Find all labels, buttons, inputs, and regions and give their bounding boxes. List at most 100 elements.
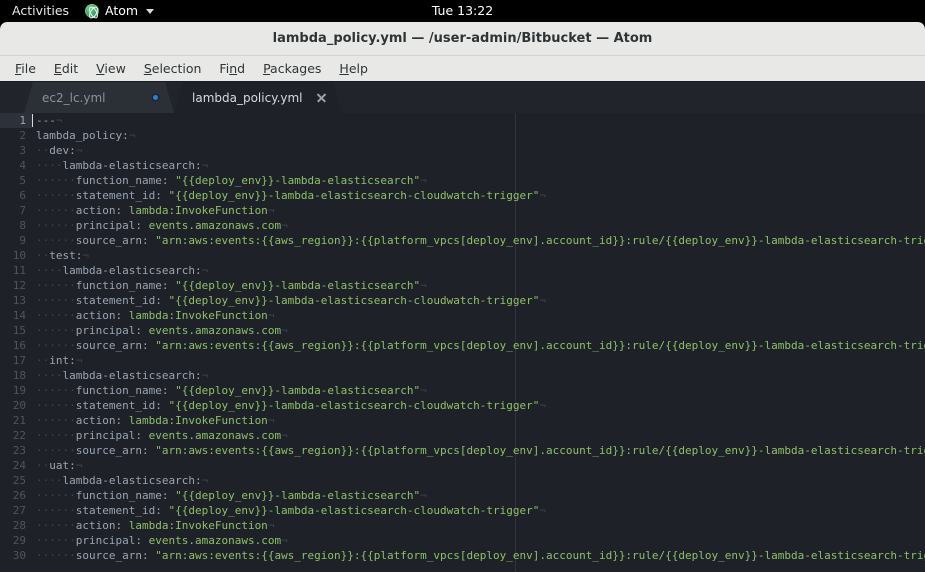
code-line-content[interactable]: ······principal: events.amazonaws.com¬ (32, 323, 925, 338)
code-token-str: events.amazonaws.com (149, 219, 281, 232)
code-line-content[interactable]: ······source_arn: "arn:aws:events:{{aws_… (32, 443, 925, 458)
code-line[interactable]: 25····lambda-elasticsearch:¬ (0, 473, 925, 488)
code-line[interactable]: 30······source_arn: "arn:aws:events:{{aw… (0, 548, 925, 563)
line-number: 14 (0, 308, 32, 323)
code-line-content[interactable]: ····lambda-elasticsearch:¬ (32, 473, 925, 488)
code-line[interactable]: 20······statement_id: "{{deploy_env}}-la… (0, 398, 925, 413)
code-line-content[interactable]: ··int:¬ (32, 353, 925, 368)
tab-close-icon[interactable] (315, 91, 328, 104)
menu-edit[interactable]: Edit (45, 56, 87, 81)
code-line[interactable]: 8······principal: events.amazonaws.com¬ (0, 218, 925, 233)
code-line[interactable]: 18····lambda-elasticsearch:¬ (0, 368, 925, 383)
code-line[interactable]: 28······action: lambda:InvokeFunction¬ (0, 518, 925, 533)
menu-view[interactable]: View (87, 56, 135, 81)
code-line-content[interactable]: ······principal: events.amazonaws.com¬ (32, 428, 925, 443)
menu-find[interactable]: Find (210, 56, 254, 81)
code-line-content[interactable]: ····lambda-elasticsearch:¬ (32, 158, 925, 173)
indent-whitespace: ······ (36, 414, 76, 427)
app-menu-button[interactable]: Atom (79, 0, 160, 22)
menu-selection[interactable]: Selection (135, 56, 211, 81)
code-line[interactable]: 29······principal: events.amazonaws.com¬ (0, 533, 925, 548)
code-line-content[interactable]: ······action: lambda:InvokeFunction¬ (32, 308, 925, 323)
code-line[interactable]: 5······function_name: "{{deploy_env}}-la… (0, 173, 925, 188)
code-line-content[interactable]: ······action: lambda:InvokeFunction¬ (32, 518, 925, 533)
code-line[interactable]: 14······action: lambda:InvokeFunction¬ (0, 308, 925, 323)
code-token-str: lambda:InvokeFunction (129, 204, 268, 217)
code-line-content[interactable]: ······function_name: "{{deploy_env}}-lam… (32, 278, 925, 293)
code-line[interactable]: 9······source_arn: "arn:aws:events:{{aws… (0, 233, 925, 248)
code-token-inv: ¬ (82, 249, 89, 262)
line-number: 25 (0, 473, 32, 488)
code-line[interactable]: 21······action: lambda:InvokeFunction¬ (0, 413, 925, 428)
chevron-down-icon (146, 9, 154, 14)
editor-tabbar: ec2_lc.ymllambda_policy.yml (0, 82, 925, 113)
code-line[interactable]: 15······principal: events.amazonaws.com¬ (0, 323, 925, 338)
code-line-content[interactable]: ······statement_id: "{{deploy_env}}-lamb… (32, 188, 925, 203)
code-line-content[interactable]: ··dev:¬ (32, 143, 925, 158)
code-line-content[interactable]: ······source_arn: "arn:aws:events:{{aws_… (32, 338, 925, 353)
code-token-inv: ¬ (420, 384, 427, 397)
code-line[interactable]: 13······statement_id: "{{deploy_env}}-la… (0, 293, 925, 308)
tab-modified-indicator-icon[interactable] (151, 93, 160, 102)
code-line[interactable]: 27······statement_id: "{{deploy_env}}-la… (0, 503, 925, 518)
code-line-content[interactable]: ····lambda-elasticsearch:¬ (32, 263, 925, 278)
code-line[interactable]: 24··uat:¬ (0, 458, 925, 473)
line-number: 24 (0, 458, 32, 473)
code-line[interactable]: 16······source_arn: "arn:aws:events:{{aw… (0, 338, 925, 353)
code-line-content[interactable]: ······source_arn: "arn:aws:events:{{aws_… (32, 548, 925, 563)
code-token-key: uat: (49, 459, 76, 472)
code-line-content[interactable]: ··test:¬ (32, 248, 925, 263)
code-line-content[interactable]: ······function_name: "{{deploy_env}}-lam… (32, 173, 925, 188)
line-number: 30 (0, 548, 32, 563)
code-line-content[interactable]: ---¬ (32, 113, 925, 128)
code-line-content[interactable]: ······action: lambda:InvokeFunction¬ (32, 413, 925, 428)
code-line[interactable]: 26······function_name: "{{deploy_env}}-l… (0, 488, 925, 503)
code-token-plain (122, 414, 129, 427)
menu-help[interactable]: Help (330, 56, 377, 81)
code-line-content[interactable]: ······principal: events.amazonaws.com¬ (32, 218, 925, 233)
code-line[interactable]: 2lambda_policy:¬ (0, 128, 925, 143)
code-line[interactable]: 4····lambda-elasticsearch:¬ (0, 158, 925, 173)
editor-tab-lambda-policy-yml[interactable]: lambda_policy.yml (174, 82, 342, 113)
code-line[interactable]: 22······principal: events.amazonaws.com¬ (0, 428, 925, 443)
menu-mnemonic: n (229, 61, 237, 76)
editor-tab-ec2-lc-yml[interactable]: ec2_lc.yml (24, 82, 174, 113)
code-line-content[interactable]: ······action: lambda:InvokeFunction¬ (32, 203, 925, 218)
code-line[interactable]: 6······statement_id: "{{deploy_env}}-lam… (0, 188, 925, 203)
code-line[interactable]: 7······action: lambda:InvokeFunction¬ (0, 203, 925, 218)
code-line[interactable]: 11····lambda-elasticsearch:¬ (0, 263, 925, 278)
code-token-str: "{{deploy_env}}-lambda-elasticsearch" (175, 279, 420, 292)
code-line-content[interactable]: lambda_policy:¬ (32, 128, 925, 143)
code-token-inv: ¬ (268, 414, 275, 427)
code-line[interactable]: 3··dev:¬ (0, 143, 925, 158)
code-token-key: function_name: (76, 489, 169, 502)
code-line[interactable]: 12······function_name: "{{deploy_env}}-l… (0, 278, 925, 293)
code-line-content[interactable]: ······function_name: "{{deploy_env}}-lam… (32, 383, 925, 398)
menu-file[interactable]: File (6, 56, 45, 81)
code-line[interactable]: 1---¬ (0, 113, 925, 128)
code-line-content[interactable]: ······principal: events.amazonaws.com¬ (32, 533, 925, 548)
code-line[interactable]: 17··int:¬ (0, 353, 925, 368)
code-token-key: source_arn: (76, 234, 149, 247)
code-line-content[interactable]: ··uat:¬ (32, 458, 925, 473)
code-line-content[interactable]: ······statement_id: "{{deploy_env}}-lamb… (32, 503, 925, 518)
code-token-key: lambda-elasticsearch: (63, 264, 202, 277)
code-token-inv: ¬ (56, 114, 63, 127)
menu-packages[interactable]: Packages (254, 56, 330, 81)
desktop-top-bar: Activities Atom Tue 13:22 (0, 0, 925, 22)
code-line[interactable]: 23······source_arn: "arn:aws:events:{{aw… (0, 443, 925, 458)
code-editor[interactable]: 1---¬2lambda_policy:¬3··dev:¬4····lambda… (0, 113, 925, 572)
code-line-content[interactable]: ······source_arn: "arn:aws:events:{{aws_… (32, 233, 925, 248)
code-line-content[interactable]: ······statement_id: "{{deploy_env}}-lamb… (32, 398, 925, 413)
menu-mnemonic: H (339, 61, 348, 76)
indent-whitespace: ······ (36, 309, 76, 322)
code-token-inv: ¬ (420, 174, 427, 187)
code-line-content[interactable]: ······function_name: "{{deploy_env}}-lam… (32, 488, 925, 503)
code-line[interactable]: 10··test:¬ (0, 248, 925, 263)
activities-button[interactable]: Activities (0, 0, 79, 22)
code-line-content[interactable]: ····lambda-elasticsearch:¬ (32, 368, 925, 383)
code-token-inv: ¬ (281, 219, 288, 232)
code-line[interactable]: 19······function_name: "{{deploy_env}}-l… (0, 383, 925, 398)
code-line-content[interactable]: ······statement_id: "{{deploy_env}}-lamb… (32, 293, 925, 308)
code-token-inv: ¬ (202, 264, 209, 277)
